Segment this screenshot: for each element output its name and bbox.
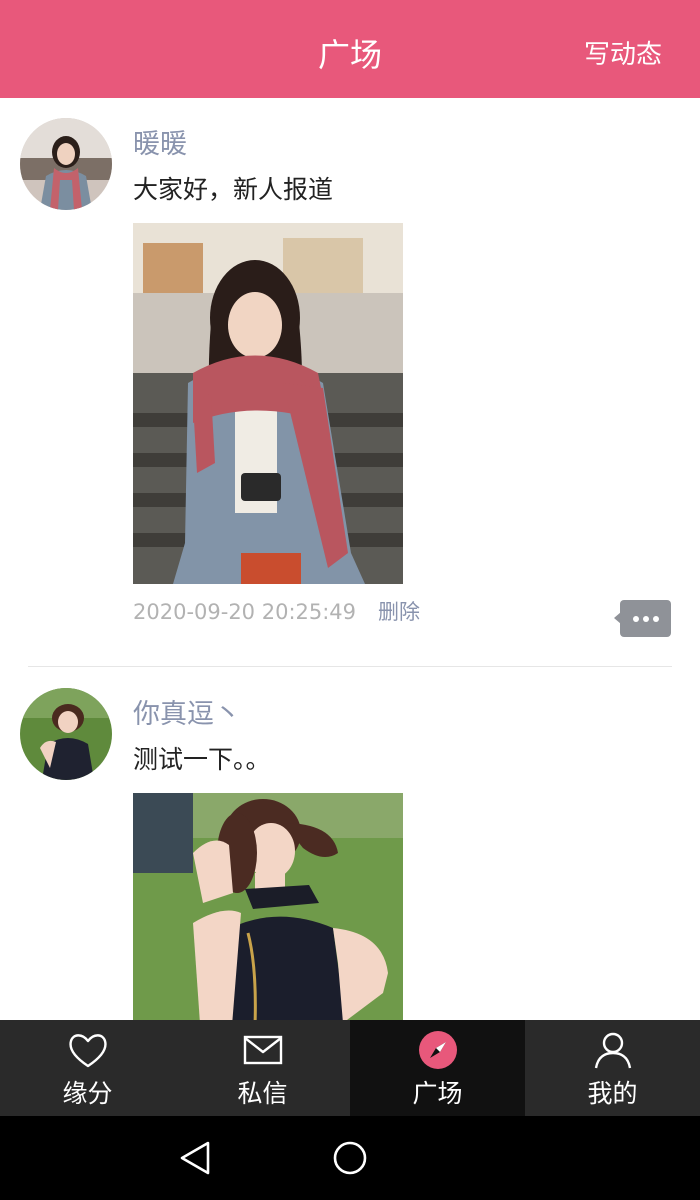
tab-label: 私信 xyxy=(237,1079,288,1108)
tab-label: 广场 xyxy=(412,1079,463,1108)
compass-icon xyxy=(419,1031,457,1069)
system-navigation-bar xyxy=(0,1116,700,1200)
post-photo[interactable] xyxy=(133,223,403,584)
avatar[interactable] xyxy=(20,118,112,210)
feed[interactable]: 暖暖 大家好，新人报道 2020-09-20 20:25:49 删除 你真逗丶 … xyxy=(0,98,700,1020)
feed-post: 暖暖 大家好，新人报道 2020-09-20 20:25:49 删除 xyxy=(0,98,700,666)
post-meta: 2020-09-20 20:25:49 删除 xyxy=(133,596,420,626)
feed-post: 你真逗丶 测试一下。。 xyxy=(0,668,700,1020)
tab-label: 缘分 xyxy=(62,1079,113,1108)
tab-yuanfen[interactable]: 缘分 xyxy=(0,1020,175,1116)
post-text: 测试一下。。 xyxy=(133,745,271,774)
top-app-bar: 广场 写动态 xyxy=(0,0,700,98)
tab-messages[interactable]: 私信 xyxy=(175,1020,350,1116)
bottom-tab-bar: 缘分 私信 广场 我的 xyxy=(0,1020,700,1116)
heart-icon xyxy=(69,1034,107,1068)
post-username[interactable]: 暖暖 xyxy=(133,122,187,161)
mail-icon xyxy=(243,1035,283,1065)
tab-label: 我的 xyxy=(587,1079,638,1108)
ellipsis-icon xyxy=(620,600,671,637)
home-icon[interactable] xyxy=(332,1140,368,1176)
more-options-button[interactable] xyxy=(614,600,671,637)
post-text: 大家好，新人报道 xyxy=(133,175,334,204)
post-timestamp: 2020-09-20 20:25:49 xyxy=(133,600,357,624)
post-divider xyxy=(28,666,672,667)
person-icon xyxy=(594,1032,632,1069)
delete-post-button[interactable]: 删除 xyxy=(378,600,420,624)
avatar[interactable] xyxy=(20,688,112,780)
tab-square[interactable]: 广场 xyxy=(350,1020,525,1116)
post-username[interactable]: 你真逗丶 xyxy=(133,692,241,731)
tab-me[interactable]: 我的 xyxy=(525,1020,700,1116)
back-icon[interactable] xyxy=(178,1140,212,1176)
compose-post-button[interactable]: 写动态 xyxy=(584,34,662,71)
post-photo[interactable] xyxy=(133,793,403,1020)
